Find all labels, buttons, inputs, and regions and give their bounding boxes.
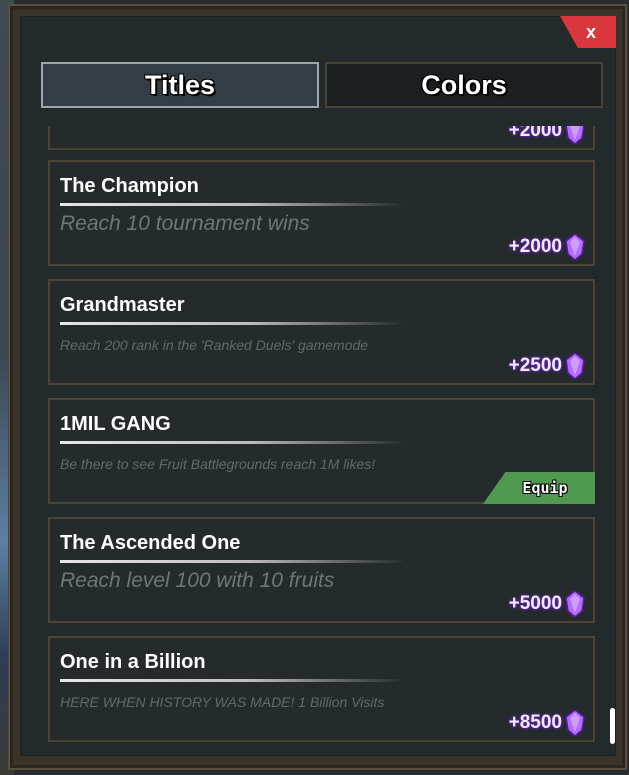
- reward-value: +8500: [508, 712, 562, 733]
- title-name: The Champion: [60, 175, 199, 197]
- title-description: Be there to see Fruit Battlegrounds reac…: [60, 456, 376, 472]
- reward-value: +2500: [508, 355, 562, 376]
- equip-button[interactable]: Equip: [483, 472, 595, 504]
- title-description: Reach 10 tournament wins: [60, 212, 310, 235]
- title-card: +2000: [48, 126, 595, 150]
- scrollbar-thumb[interactable]: [610, 708, 615, 744]
- reward-value: +2000: [508, 126, 562, 141]
- tab-colors-label: Colors: [421, 69, 507, 100]
- purple-gem-icon: [565, 126, 585, 144]
- tab-titles-label: Titles: [144, 69, 216, 100]
- title-card: One in a Billion HERE WHEN HISTORY WAS M…: [48, 636, 595, 742]
- purple-gem-icon: [565, 353, 585, 379]
- title-description: Reach 200 rank in the 'Ranked Duels' gam…: [60, 337, 369, 353]
- title-name: The Ascended One: [60, 532, 241, 554]
- tab-colors[interactable]: Colors: [325, 62, 603, 108]
- title-card: The Champion Reach 10 tournament wins +2…: [48, 160, 595, 266]
- reward: +8500: [509, 710, 585, 736]
- purple-gem-icon: [565, 710, 585, 736]
- tab-titles[interactable]: Titles: [41, 62, 319, 108]
- title-card: The Ascended One Reach level 100 with 10…: [48, 517, 595, 623]
- title-name: One in a Billion: [60, 651, 206, 673]
- purple-gem-icon: [565, 234, 585, 260]
- title-underline: [60, 322, 405, 325]
- reward: +2000: [509, 234, 585, 260]
- title-name: Grandmaster: [60, 294, 185, 316]
- title-name: 1MIL GANG: [60, 413, 171, 435]
- reward: +2500: [509, 353, 585, 379]
- title-underline: [60, 560, 405, 563]
- title-description: HERE WHEN HISTORY WAS MADE! 1 Billion Vi…: [60, 694, 385, 710]
- reward: +5000: [509, 591, 585, 617]
- reward: +2000: [509, 126, 585, 144]
- reward-value: +5000: [508, 593, 562, 614]
- reward-value: +2000: [508, 236, 562, 257]
- title-card: 1MIL GANG Be there to see Fruit Battlegr…: [48, 398, 595, 504]
- purple-gem-icon: [565, 591, 585, 617]
- title-underline: [60, 441, 405, 444]
- close-icon: x: [585, 21, 596, 42]
- title-description: Reach level 100 with 10 fruits: [60, 569, 335, 592]
- title-underline: [60, 679, 405, 682]
- titles-list[interactable]: +2000 The Champion Reach 10 tournament w…: [44, 126, 600, 742]
- title-underline: [60, 203, 405, 206]
- title-card: Grandmaster Reach 200 rank in the 'Ranke…: [48, 279, 595, 385]
